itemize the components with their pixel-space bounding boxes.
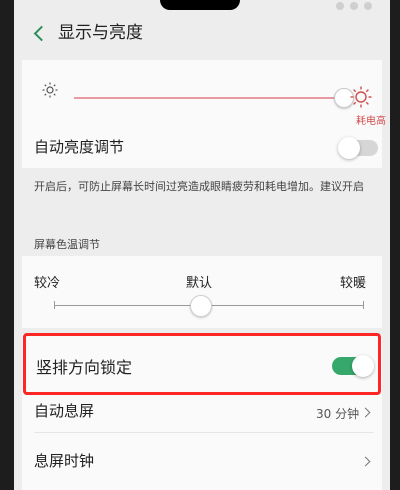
color-temp-slider-thumb[interactable] [190, 295, 212, 317]
status-icon [336, 2, 344, 10]
brightness-slider-track[interactable] [74, 97, 342, 99]
page-title: 显示与亮度 [58, 23, 143, 43]
status-icon [364, 2, 372, 10]
auto-screen-off-value: 30 分钟 [316, 407, 360, 421]
low-brightness-icon [42, 82, 58, 98]
auto-brightness-toggle[interactable] [338, 137, 378, 159]
camera-notch [160, 0, 240, 10]
auto-brightness-hint: 开启后，可防止屏幕长时间过亮造成眼睛疲劳和耗电增加。建议开启 [34, 180, 364, 193]
color-temp-warm-label: 较暖 [340, 276, 367, 291]
color-temp-card [22, 256, 382, 328]
high-brightness-icon [350, 86, 372, 108]
color-temp-default-label: 默认 [186, 276, 213, 291]
slider-tick [54, 301, 55, 309]
auto-brightness-label: 自动亮度调节 [34, 138, 125, 156]
settings-screen: 显示与亮度 耗电高 自动亮度调节 开启后，可防止屏幕长时间过亮造成眼睛疲劳和耗电… [14, 0, 390, 490]
slider-tick [363, 301, 364, 309]
row-divider [34, 432, 374, 433]
page-header: 显示与亮度 [14, 10, 390, 56]
back-arrow-icon[interactable] [33, 25, 50, 42]
phone-bezel-right [390, 0, 400, 490]
status-icon [350, 2, 358, 10]
power-warning-label: 耗电高 [356, 116, 386, 127]
color-temp-section-title: 屏幕色温调节 [34, 238, 100, 251]
highlight-annotation [23, 333, 381, 395]
phone-bezel-left [0, 0, 14, 490]
color-temp-cold-label: 较冷 [34, 276, 61, 291]
toggle-knob [338, 137, 360, 159]
auto-screen-off-label[interactable]: 自动息屏 [34, 400, 94, 421]
screen-off-clock-label[interactable]: 息屏时钟 [34, 450, 94, 471]
